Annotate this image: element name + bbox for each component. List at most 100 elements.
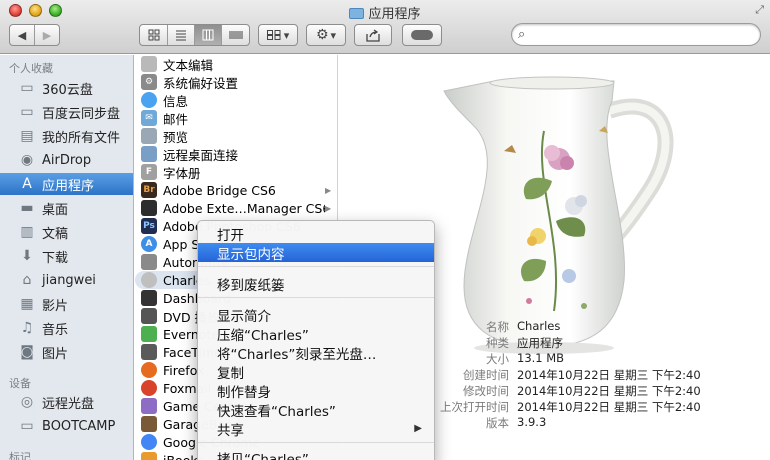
menu-item-label: 移到废纸篓 — [217, 277, 285, 294]
messages-icon — [141, 92, 157, 108]
tags-button[interactable] — [402, 24, 442, 46]
sidebar-item-music[interactable]: ♫ 音乐 — [0, 317, 133, 339]
sidebar-item-label: 下载 — [42, 250, 69, 266]
adobe-bridge-icon: Br — [141, 182, 157, 198]
list-item-textedit[interactable]: 文本编辑 — [135, 55, 337, 73]
sidebar-item-bootcamp[interactable]: ▭ BOOTCAMP — [0, 415, 133, 437]
sidebar-item-remote-disc[interactable]: ◎ 远程光盘 — [0, 391, 133, 413]
forward-button[interactable]: ▶ — [35, 25, 59, 45]
sidebar-item-documents[interactable]: ▥ 文稿 — [0, 221, 133, 243]
list-view-button[interactable] — [168, 25, 195, 45]
sidebar-item-label: 应用程序 — [42, 178, 95, 194]
menu-item-open[interactable]: 打开 — [198, 224, 434, 244]
arrange-button[interactable]: ▾ — [258, 24, 298, 46]
automator-icon — [141, 254, 157, 270]
sidebar-item-downloads[interactable]: ⬇ 下载 — [0, 245, 133, 267]
sidebar-item-label: 360云盘 — [42, 82, 93, 98]
file-name: 预览 — [163, 129, 189, 145]
menu-item-get-info[interactable]: 显示简介 — [198, 305, 434, 325]
list-item-messages[interactable]: 信息 — [135, 91, 337, 109]
movies-icon: ▦ — [20, 296, 34, 312]
list-item-remote-desktop[interactable]: 远程桌面连接 — [135, 145, 337, 163]
info-value: 13.1 MB — [517, 351, 565, 365]
sidebar-item-label: jiangwei — [42, 272, 96, 288]
info-value: 2014年10月22日 星期三 下午2:40 — [517, 384, 701, 398]
menu-item-duplicate[interactable]: 复制 — [198, 362, 434, 382]
home-icon: ⌂ — [22, 272, 32, 288]
info-value: 2014年10月22日 星期三 下午2:40 — [517, 400, 701, 414]
submenu-arrow-icon: ▶ — [414, 423, 422, 434]
sidebar-item-baidu-sync[interactable]: ▭ 百度云同步盘 — [0, 101, 133, 123]
disclosure-arrow-icon: ▶ — [325, 203, 332, 213]
menu-item-label: 打开 — [217, 227, 244, 244]
menu-item-compress[interactable]: 压缩“Charles” — [198, 324, 434, 344]
coverflow-view-button[interactable] — [222, 25, 249, 45]
list-item-mail[interactable]: ✉ 邮件 — [135, 109, 337, 127]
info-row-size: 大小 13.1 MB — [419, 351, 759, 367]
sidebar-item-airdrop[interactable]: ◉ AirDrop — [0, 149, 133, 171]
icon-view-icon — [148, 29, 159, 41]
menu-item-copy[interactable]: 拷贝“Charles” — [198, 448, 434, 460]
share-icon — [366, 28, 380, 42]
sidebar-item-desktop[interactable]: ▬ 桌面 — [0, 197, 133, 219]
menu-item-show-package-contents[interactable]: 显示包内容 — [198, 243, 434, 263]
all-files-icon: ▤ — [20, 128, 34, 144]
info-row-last-opened: 上次打开时间 2014年10月22日 星期三 下午2:40 — [419, 399, 759, 415]
facetime-icon — [141, 344, 157, 360]
mail-icon: ✉ — [141, 110, 157, 126]
info-row-version: 版本 3.9.3 — [419, 415, 759, 431]
context-menu: 打开 显示包内容 移到废纸篓 显示简介 压缩“Charles” 将“Charle… — [197, 220, 435, 460]
search-input[interactable] — [534, 26, 754, 43]
chrome-icon — [141, 434, 157, 450]
sidebar-item-label: 文稿 — [42, 226, 69, 242]
sidebar-item-movies[interactable]: ▦ 影片 — [0, 293, 133, 315]
textedit-icon — [141, 56, 157, 72]
file-name: 远程桌面连接 — [163, 147, 239, 163]
gear-icon: ⚙ — [315, 27, 329, 43]
arrange-icon — [266, 30, 281, 40]
sidebar-item-label: 百度云同步盘 — [42, 106, 121, 122]
menu-item-share[interactable]: 共享 ▶ — [198, 419, 434, 439]
window-toolbar: 应用程序 ⤢ ◀ ▶ ▾ ⚙ ▾ ⌕ — [0, 0, 770, 54]
back-forward-control: ◀ ▶ — [9, 24, 60, 46]
sidebar-item-label: 我的所有文件 — [42, 130, 121, 146]
sidebar-item-pictures[interactable]: ◙ 图片 — [0, 341, 133, 363]
share-button[interactable] — [354, 24, 392, 46]
menu-item-make-alias[interactable]: 制作替身 — [198, 381, 434, 401]
menu-separator — [198, 266, 434, 267]
sidebar-item-label: 音乐 — [42, 322, 69, 338]
file-name: 邮件 — [163, 111, 189, 127]
column-view-button[interactable] — [195, 25, 222, 45]
list-item-adobe-bridge[interactable]: Br Adobe Bridge CS6 ▶ — [135, 181, 337, 199]
search-field[interactable]: ⌕ — [511, 23, 761, 46]
desktop-icon: ▬ — [20, 200, 34, 216]
menu-item-label: 显示简介 — [217, 308, 271, 325]
sidebar-item-home[interactable]: ⌂ jiangwei — [0, 269, 133, 291]
back-button[interactable]: ◀ — [10, 25, 35, 45]
sidebar-item-all-files[interactable]: ▤ 我的所有文件 — [0, 125, 133, 147]
ibooks-icon — [141, 452, 157, 460]
list-item-system-preferences[interactable]: ⚙ 系统偏好设置 — [135, 73, 337, 91]
foxmail-icon — [141, 380, 157, 396]
menu-separator — [198, 442, 434, 443]
menu-item-quick-look[interactable]: 快速查看“Charles” — [198, 400, 434, 420]
window-title-text: 应用程序 — [368, 7, 421, 22]
menu-item-burn-to-disc[interactable]: 将“Charles”刻录至光盘… — [198, 343, 434, 363]
list-item-fontbook[interactable]: F 字体册 — [135, 163, 337, 181]
info-value: 3.9.3 — [517, 415, 547, 429]
list-item-adobe-extension-manager[interactable]: Adobe Exte…Manager CS6 ▶ — [135, 199, 337, 217]
info-value: Charles — [517, 319, 561, 333]
icon-view-button[interactable] — [140, 25, 168, 45]
airdrop-icon: ◉ — [20, 152, 34, 168]
list-item-preview[interactable]: 预览 — [135, 127, 337, 145]
tag-icon — [411, 30, 433, 40]
sidebar-item-label: AirDrop — [42, 152, 92, 168]
fontbook-icon: F — [141, 164, 157, 180]
action-button[interactable]: ⚙ ▾ — [306, 24, 346, 46]
fullscreen-icon[interactable]: ⤢ — [755, 3, 764, 17]
sidebar-item-applications[interactable]: A 应用程序 — [0, 173, 133, 195]
menu-item-move-to-trash[interactable]: 移到废纸篓 — [198, 274, 434, 294]
info-row-created: 创建时间 2014年10月22日 星期三 下午2:40 — [419, 367, 759, 383]
sidebar: 个人收藏 ▭ 360云盘 ▭ 百度云同步盘 ▤ 我的所有文件 ◉ AirDrop A 应用… — [0, 55, 134, 460]
sidebar-item-360-cloud[interactable]: ▭ 360云盘 — [0, 77, 133, 99]
